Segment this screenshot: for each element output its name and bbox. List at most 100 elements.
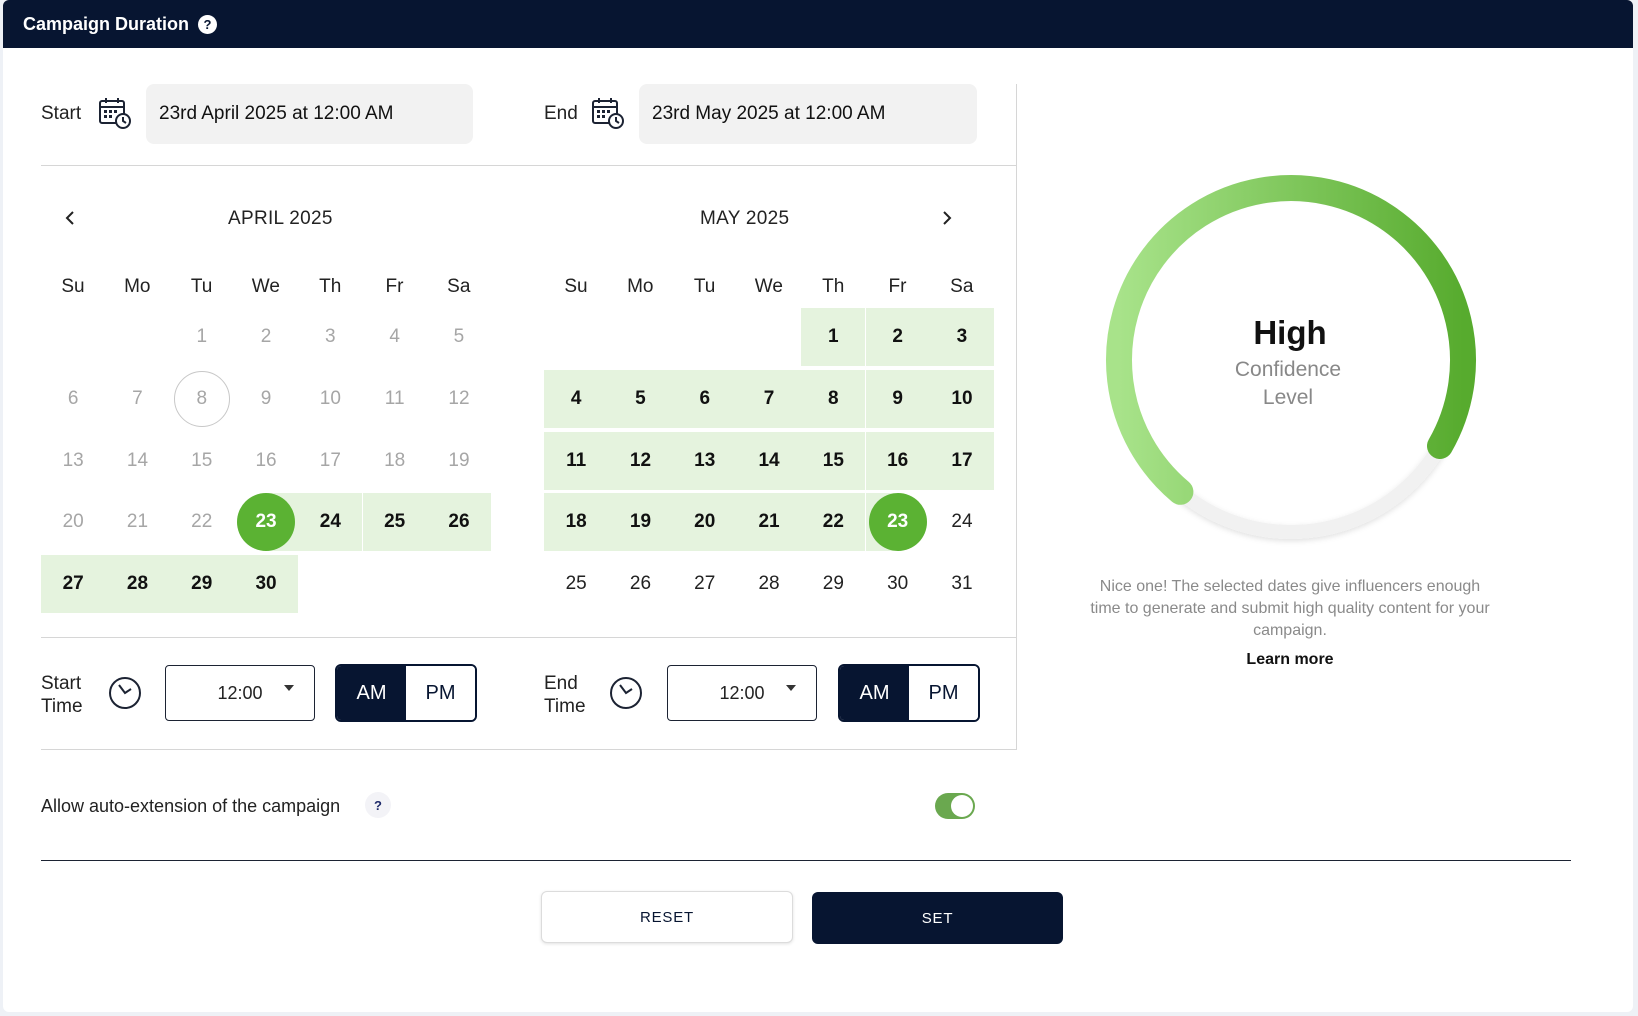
calendar-day[interactable]: 26	[426, 493, 492, 552]
calendar-day[interactable]: 18	[363, 432, 427, 490]
calendar-day[interactable]: 28	[737, 555, 801, 613]
calendar-day[interactable]: 6	[41, 370, 105, 428]
calendar-day[interactable]: 17	[298, 432, 362, 490]
calendar-day[interactable]: 6	[672, 369, 737, 428]
calendar-day-label: 24	[951, 511, 973, 533]
start-time-label: Start Time	[41, 672, 83, 718]
calendar-day[interactable]: 19	[608, 493, 673, 552]
calendar-day[interactable]: 21	[736, 493, 802, 552]
calendar-day-label: 7	[763, 387, 775, 409]
calendar-day[interactable]: 11	[363, 370, 427, 428]
calendar-day[interactable]: 8	[801, 369, 866, 428]
calendar-day[interactable]: 4	[363, 308, 427, 366]
calendar-day[interactable]: 13	[672, 431, 737, 490]
calendar-day-label: 25	[384, 511, 406, 533]
calendar-day[interactable]: 30	[866, 555, 930, 613]
calendar-day[interactable]: 5	[427, 308, 491, 366]
calendar-day[interactable]: 7	[736, 369, 802, 428]
calendar-day[interactable]: 20	[672, 493, 737, 552]
calendar-day[interactable]: 28	[105, 555, 170, 614]
calendar-day[interactable]: 10	[298, 370, 362, 428]
calendar-day-label: 16	[255, 449, 277, 471]
calendar-day[interactable]: 18	[544, 493, 609, 552]
end-date-field[interactable]: 23rd May 2025 at 12:00 AM	[639, 84, 977, 144]
calendar-day[interactable]: 26	[608, 555, 672, 613]
learn-more-link[interactable]: Learn more	[1190, 651, 1390, 669]
start-time-label-line1: Start	[41, 673, 82, 694]
calendar-day[interactable]: 3	[298, 308, 362, 366]
calendar-day[interactable]: 25	[544, 555, 608, 613]
calendar-day[interactable]: 12	[427, 370, 491, 428]
end-time-value: 12:00	[719, 682, 765, 703]
calendar-day[interactable]: 1	[170, 308, 234, 366]
calendar-day[interactable]: 9	[234, 370, 298, 428]
calendar-day[interactable]: 15	[801, 431, 866, 490]
calendar-day[interactable]: 9	[865, 369, 930, 428]
calendar-day[interactable]: 2	[234, 308, 298, 366]
set-button[interactable]: SET	[812, 892, 1063, 944]
calendar-day[interactable]: 16	[234, 432, 298, 490]
clock-icon	[608, 675, 644, 716]
weekday-header: We	[754, 276, 783, 297]
calendar-day[interactable]: 12	[608, 431, 673, 490]
calendar-clock-icon[interactable]	[98, 96, 132, 135]
calendar-day[interactable]: 25	[362, 493, 427, 552]
calendar-day[interactable]: 22	[170, 493, 234, 551]
end-time-label-line1: End	[544, 673, 578, 694]
weekday-header: Sa	[950, 276, 974, 297]
reset-button[interactable]: RESET	[541, 891, 793, 943]
calendar-day[interactable]: 27	[41, 555, 106, 614]
auto-extension-toggle[interactable]	[935, 793, 975, 819]
start-am-button[interactable]: AM	[337, 666, 406, 720]
toggle-knob	[951, 795, 973, 817]
calendar-day[interactable]: 16	[865, 431, 930, 490]
start-pm-button[interactable]: PM	[406, 666, 475, 720]
calendar-day[interactable]: 22	[801, 493, 866, 552]
calendar-day[interactable]: 31	[930, 555, 994, 613]
calendar-day[interactable]: 24	[298, 493, 363, 552]
calendar-day[interactable]: 15	[170, 432, 234, 490]
confidence-message: Nice one! The selected dates give influe…	[1090, 578, 1490, 639]
calendar-day-label: 4	[570, 387, 582, 409]
help-icon[interactable]: ?	[365, 792, 391, 818]
calendar-day[interactable]: 20	[41, 493, 105, 551]
calendar-clock-icon[interactable]	[591, 96, 625, 135]
chevron-left-icon[interactable]	[58, 206, 82, 230]
calendar-day[interactable]: 29	[801, 555, 865, 613]
calendar-day[interactable]: 1	[801, 308, 866, 366]
calendar-day[interactable]: 23	[865, 493, 930, 552]
calendar-day[interactable]: 23	[233, 493, 299, 552]
calendar-day[interactable]: 19	[427, 432, 491, 490]
calendar-day[interactable]: 29	[169, 555, 234, 614]
calendar-day-label: 8	[173, 370, 230, 427]
start-date-field[interactable]: 23rd April 2025 at 12:00 AM	[146, 84, 473, 144]
end-time-select[interactable]: 12:00	[667, 665, 817, 721]
calendar-day[interactable]: 8	[170, 370, 234, 428]
calendar-day[interactable]: 24	[930, 493, 994, 551]
calendar-day-label: 19	[448, 449, 470, 471]
end-ampm-toggle[interactable]: AM PM	[838, 664, 980, 722]
calendar-day[interactable]: 5	[608, 369, 673, 428]
calendar-day[interactable]: 4	[544, 369, 609, 428]
calendar-day[interactable]: 3	[929, 308, 995, 366]
calendar-day-label: 26	[448, 511, 470, 533]
help-icon[interactable]: ?	[198, 14, 218, 34]
calendar-day[interactable]: 21	[105, 493, 169, 551]
end-am-button[interactable]: AM	[840, 666, 909, 720]
calendar-day[interactable]: 11	[544, 431, 609, 490]
calendar-day[interactable]: 30	[233, 555, 299, 614]
calendar-day[interactable]: 17	[929, 431, 995, 490]
calendar-day-label: 21	[758, 511, 780, 533]
calendar-day[interactable]: 10	[929, 369, 995, 428]
calendar-day[interactable]: 7	[105, 370, 169, 428]
chevron-right-icon[interactable]	[935, 206, 959, 230]
campaign-duration-panel: Campaign Duration ? Start 23rd April 202…	[3, 0, 1633, 1012]
calendar-day[interactable]: 14	[736, 431, 802, 490]
calendar-day[interactable]: 27	[673, 555, 737, 613]
calendar-day[interactable]: 14	[105, 432, 169, 490]
calendar-day[interactable]: 2	[865, 308, 930, 366]
start-time-select[interactable]: 12:00	[165, 665, 315, 721]
calendar-day[interactable]: 13	[41, 432, 105, 490]
end-pm-button[interactable]: PM	[909, 666, 978, 720]
start-ampm-toggle[interactable]: AM PM	[335, 664, 477, 722]
